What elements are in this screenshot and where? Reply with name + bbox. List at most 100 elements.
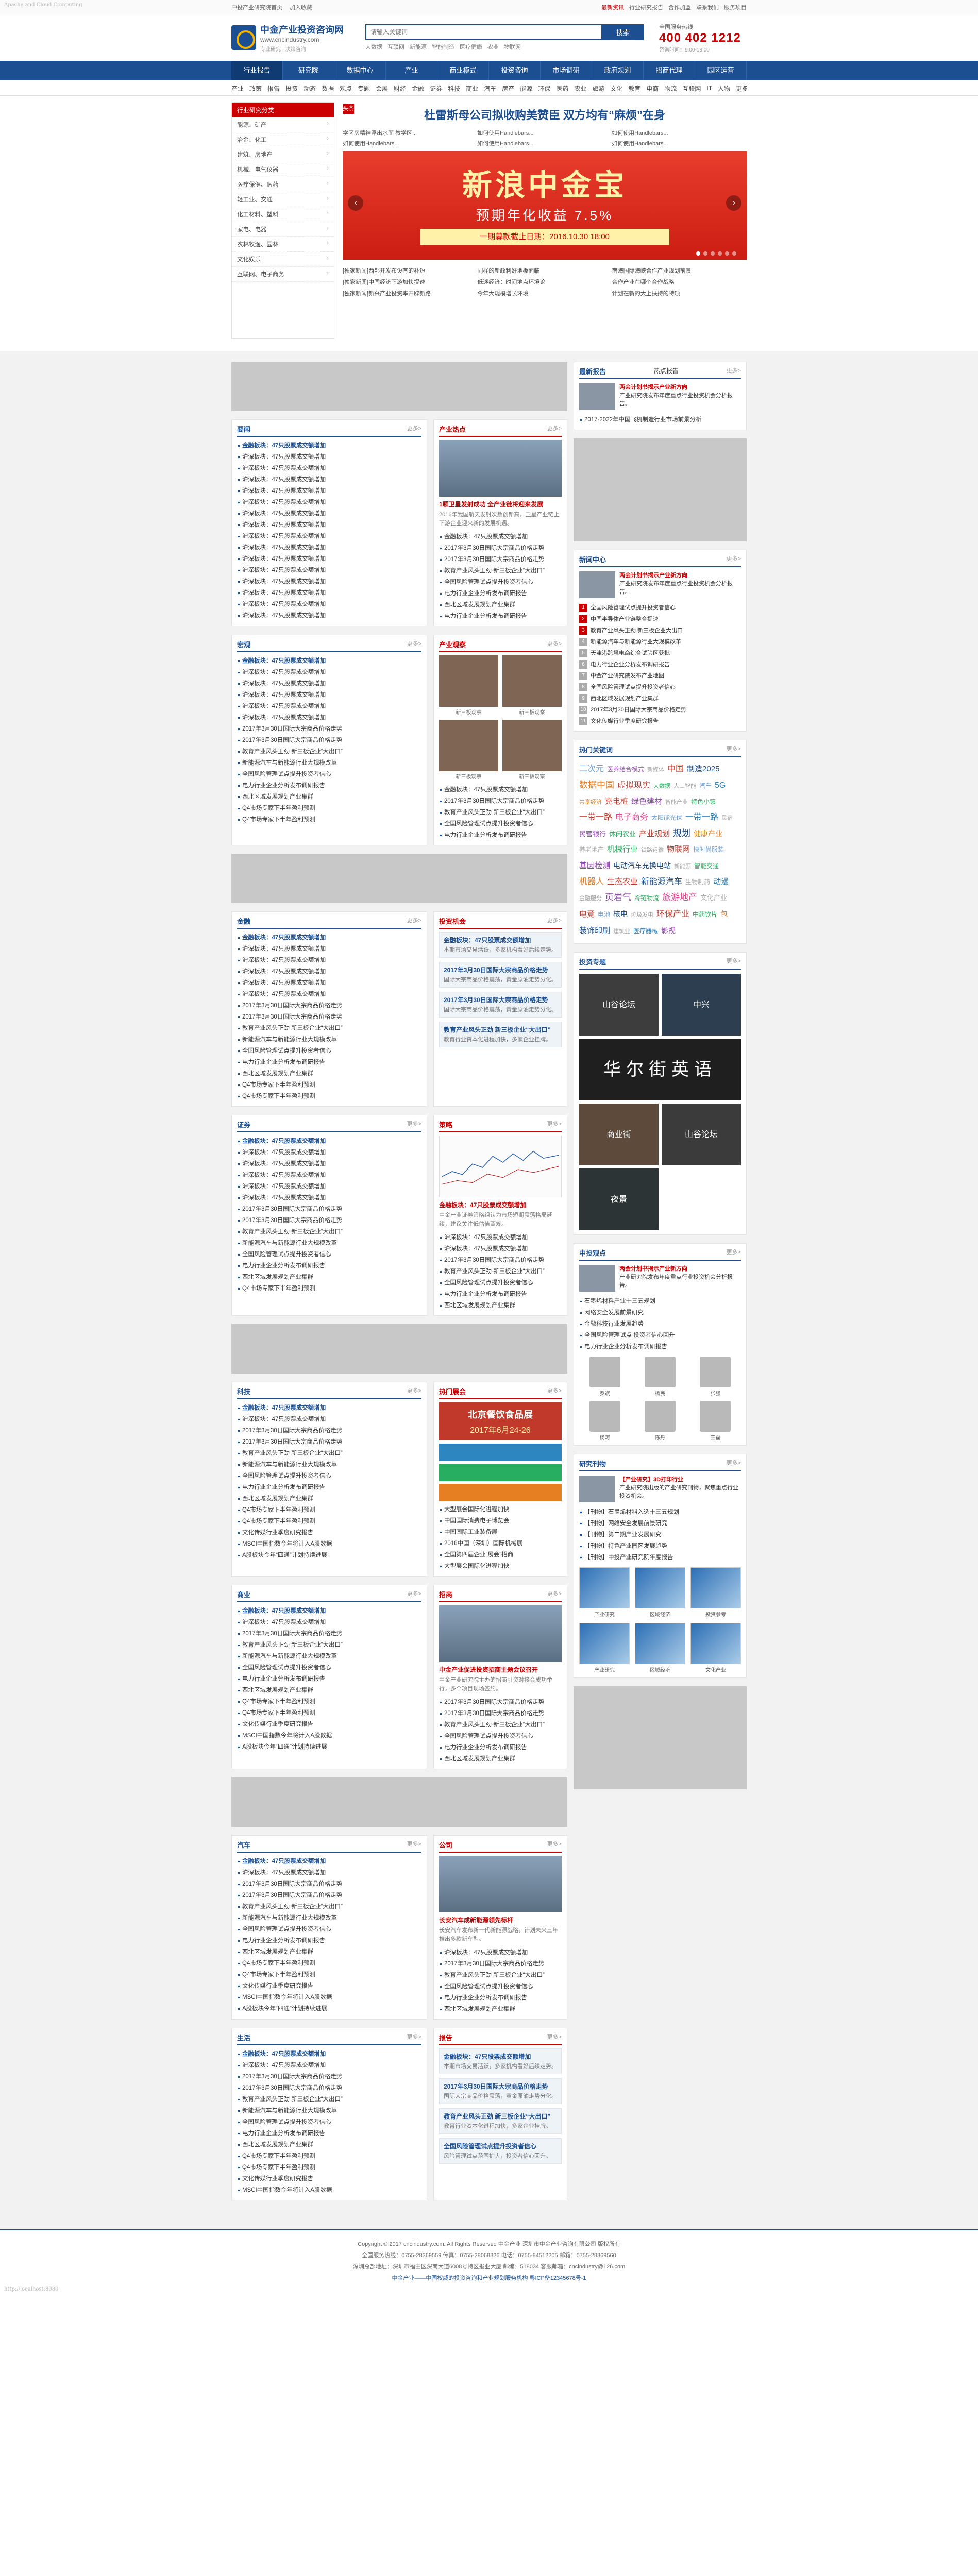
ranked-news-item[interactable]: 2 中国半导体产业链整合提速 [579,614,741,625]
thumbnail[interactable]: 新三板观察 [502,720,562,780]
more-link[interactable]: 更多> [407,916,421,926]
keyword-tag[interactable]: 电竞 [579,907,595,922]
news-item[interactable]: 金融板块：47只股票成交额增加 [237,1605,421,1617]
news-item[interactable]: 文化传媒行业季度研究报告 [237,1527,421,1538]
news-item[interactable]: 西北区域发展规划产业集群 [237,1946,421,1958]
news-item[interactable]: 电力行业企业分析发布调研报告 [237,1057,421,1068]
keyword-tag[interactable]: 文化产业 [700,890,727,906]
side-news-item[interactable]: 2017年3月30日国际大宗商品价格走势 [439,795,562,807]
side-news-item[interactable]: 全国风险管理试点提升投资者信心 [439,1277,562,1289]
search-input[interactable] [365,24,602,40]
ranked-news-item[interactable]: 4 新能源汽车与新能源行业大规模改革 [579,636,741,648]
nav-item[interactable]: 投资咨询 [489,61,541,80]
news-item[interactable]: 沪深板块：47只股票成交额增加 [237,1414,421,1425]
side-news-item[interactable]: 沪深板块：47只股票成交额增加 [439,1243,562,1255]
feature-thumbnail[interactable] [579,1476,615,1502]
book-card[interactable]: 文化产业 [690,1623,741,1673]
opportunity-title[interactable]: 教育产业风头正劲 新三板企业“大出口” [444,2112,557,2121]
keyword-tag[interactable]: 医养结合模式 [607,761,644,777]
news-item[interactable]: Q4市场专家下半年盈利预测 [237,1091,421,1102]
subnav-item[interactable]: 汽车 [484,84,496,93]
avatar[interactable] [589,1401,620,1432]
news-item[interactable]: 沪深板块：47只股票成交额增加 [237,587,421,599]
focus-link[interactable]: 学区房精神浮出水面 教学区... [343,128,477,138]
news-item[interactable]: 2017年3月30日国际大宗商品价格走势 [237,735,421,746]
news-item[interactable]: 2017年3月30日国际大宗商品价格走势 [237,1628,421,1639]
keyword-tag[interactable]: 页岩气 [605,890,631,905]
thumbnail-image[interactable] [439,720,498,771]
side-news-item[interactable]: 2017年3月30日国际大宗商品价格走势 [439,543,562,554]
news-item[interactable]: 2017年3月30日国际大宗商品价格走势 [237,1215,421,1226]
keyword-tag[interactable]: 机械行业 [607,842,638,857]
news-item[interactable]: 文化传媒行业季度研究报告 [237,1980,421,1992]
news-item[interactable]: MSCI中国指数今年将计入A股数据 [237,2184,421,2196]
subnav-item[interactable]: 文化 [610,84,622,93]
news-item[interactable]: 金融板块：47只股票成交额增加 [237,2048,421,2060]
feature-title[interactable]: 两会计划书揭示产业新方向 [619,1266,687,1272]
book-card[interactable]: 区域经济 [635,1567,685,1618]
news-item[interactable]: 新能源汽车与新能源行业大规模改革 [237,1459,421,1470]
news-item[interactable]: 教育产业风头正劲 新三板企业“大出口” [237,2094,421,2105]
news-item[interactable]: 沪深板块：47只股票成交额增加 [237,497,421,508]
news-item[interactable]: 教育产业风头正劲 新三板企业“大出口” [237,1639,421,1651]
ranked-news-title[interactable]: 文化传媒行业季度研究报告 [591,716,659,727]
ranked-news-title[interactable]: 全国风险管理试点提升投资者信心 [591,682,676,693]
keyword-tag[interactable]: 汽车 [699,778,712,793]
avatar[interactable] [589,1357,620,1387]
expert-card[interactable]: 陈丹 [634,1401,685,1441]
news-item[interactable]: 沪深板块：47只股票成交额增加 [237,2060,421,2071]
news-item[interactable]: 沪深板块：47只股票成交额增加 [237,1867,421,1878]
nav-item[interactable]: 园区运营 [695,61,747,80]
news-item[interactable]: 西北区域发展规划产业集群 [237,1068,421,1079]
ranked-news-title[interactable]: 新能源汽车与新能源行业大规模改革 [591,636,681,648]
subnav-item[interactable]: 科技 [448,84,460,93]
news-item[interactable]: MSCI中国指数今年将计入A股数据 [237,1538,421,1550]
ranked-news-item[interactable]: 8 全国风险管理试点提升投资者信心 [579,682,741,693]
keyword-tag[interactable]: 金融服务 [579,891,602,906]
news-item[interactable]: 沪深板块：47只股票成交额增加 [237,955,421,966]
keyword-tag[interactable]: 垃圾发电 [631,907,653,923]
side-news-item[interactable]: 金融板块：47只股票成交额增加 [439,784,562,795]
hot-word-link[interactable]: 大数据 [365,44,382,50]
news-item[interactable]: 2017年3月30日国际大宗商品价格走势 [237,2071,421,2082]
news-item[interactable]: 沪深板块：47只股票成交额增加 [237,599,421,610]
thumbnail[interactable]: 新三板观察 [439,720,498,780]
more-link[interactable]: 更多> [727,744,741,754]
book-cover[interactable] [579,1623,630,1664]
focus-bottom-link[interactable]: [独家新闻]新兴产业投资率开辟新路 [343,287,477,299]
news-item[interactable]: 沪深板块：47只股票成交额增加 [237,519,421,531]
subnav-item[interactable]: 报告 [267,84,280,93]
keyword-tag[interactable]: 机器人 [579,874,604,890]
publication-item[interactable]: 【刊物】石墨烯材料入选十三五规划 [579,1506,741,1518]
opportunity-title[interactable]: 2017年3月30日国际大宗商品价格走势 [444,2082,557,2091]
more-link[interactable]: 更多> [547,1589,562,1599]
news-item[interactable]: 2017年3月30日国际大宗商品价格走势 [237,1890,421,1901]
topbar-link[interactable]: 合作加盟 [668,5,691,11]
side-news-item[interactable]: 大型展会国际化进程加快 [439,1561,562,1572]
news-item[interactable]: 金融板块：47只股票成交额增加 [237,440,421,451]
subnav-item[interactable]: 观点 [340,84,352,93]
topic-photo[interactable]: 商业街 [579,1104,659,1165]
category-item[interactable]: 冶金、化工 › [232,132,334,147]
subnav-item[interactable]: 房产 [502,84,514,93]
side-news-item[interactable]: 2017年3月30日国际大宗商品价格走势 [439,554,562,565]
news-item[interactable]: 全国风险管理试点提升投资者信心 [237,1662,421,1673]
topbar-link[interactable]: 中投产业研究院首页 [231,5,282,11]
keyword-tag[interactable]: 冷链物流 [634,890,659,906]
nav-item[interactable]: 市场调研 [541,61,592,80]
expo-ad-image[interactable] [439,1444,562,1461]
category-item[interactable]: 文化娱乐 › [232,252,334,267]
side-news-item[interactable]: 电力行业企业分析发布调研报告 [439,1289,562,1300]
news-item[interactable]: 全国风险管理试点提升投资者信心 [237,2116,421,2128]
more-link[interactable]: 更多> [407,2032,421,2042]
nav-item[interactable]: 研究院 [283,61,334,80]
more-link[interactable]: 更多> [407,424,421,434]
feature-thumbnail[interactable] [579,383,615,410]
ranked-news-title[interactable]: 全国风险管理试点提升投资者信心 [591,602,676,614]
news-item[interactable]: 西北区域发展规划产业集群 [237,1685,421,1696]
feature-caption[interactable]: 1颗卫星发射成功 全产业链将迎来发展 [439,500,562,509]
feature-thumbnail[interactable] [579,571,615,598]
news-item[interactable]: 2017年3月30日国际大宗商品价格走势 [237,1436,421,1448]
side-news-item[interactable]: 大型展会国际化进程加快 [439,1504,562,1515]
subnav-item[interactable]: 人物 [718,84,730,93]
